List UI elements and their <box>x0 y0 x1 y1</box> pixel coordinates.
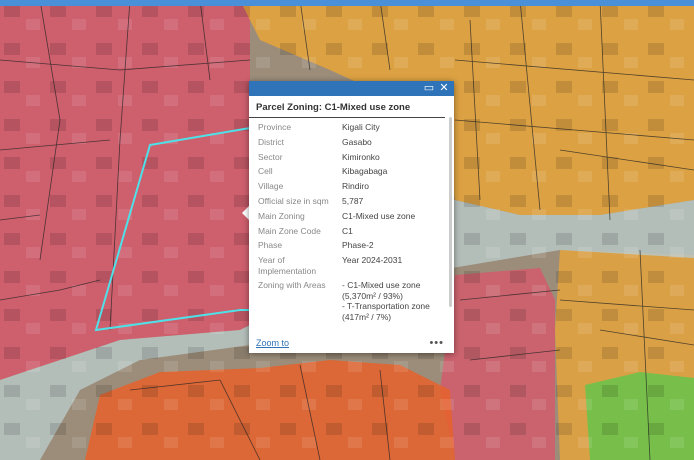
attribute-row: Year of Implementation Year 2024-2031 <box>258 255 446 276</box>
app-top-bar <box>0 0 694 6</box>
attribute-value: Phase-2 <box>342 240 374 251</box>
parcel-popup: ▭ ✕ Parcel Zoning: C1-Mixed use zone Pro… <box>249 81 454 353</box>
popup-pointer <box>242 206 249 220</box>
attribute-row: Zoning with Areas - C1-Mixed use zone (5,… <box>258 280 446 322</box>
attribute-value: - C1-Mixed use zone (5,370m² / 93%) - T-… <box>342 280 430 322</box>
popup-title: Parcel Zoning: C1-Mixed use zone <box>249 96 445 118</box>
attribute-key: Sector <box>258 151 283 162</box>
attribute-row: Phase Phase-2 <box>258 240 446 251</box>
popup-footer: Zoom to ••• <box>256 337 444 349</box>
attribute-key: Main Zone Code <box>258 225 321 236</box>
attribute-value: C1 <box>342 225 353 236</box>
attribute-value: Gasabo <box>342 136 372 147</box>
popup-scrollbar[interactable] <box>449 117 452 307</box>
maximize-icon[interactable]: ▭ <box>423 82 435 94</box>
attribute-value: Rindiro <box>342 181 369 192</box>
attribute-key: Village <box>258 181 284 192</box>
attribute-value: Kimironko <box>342 151 380 162</box>
attribute-value: Kigali City <box>342 122 380 132</box>
attribute-key: Official size in sqm <box>258 195 329 206</box>
attribute-key: District <box>258 136 284 147</box>
close-icon[interactable]: ✕ <box>438 82 450 94</box>
attribute-value: C1-Mixed use zone <box>342 210 416 221</box>
attribute-key: Year of Implementation <box>258 255 317 276</box>
attribute-row: Main Zoning C1-Mixed use zone <box>258 211 446 222</box>
attribute-key: Phase <box>258 240 283 251</box>
attribute-key: Main Zoning <box>258 210 305 221</box>
attribute-row: Cell Kibagabaga <box>258 166 446 177</box>
attribute-value: Year 2024-2031 <box>342 255 403 266</box>
attribute-row: Province Kigali City <box>258 122 446 133</box>
attribute-table: Province Kigali City District Gasabo Sector K… <box>249 118 454 332</box>
popup-header: ▭ ✕ <box>249 81 454 96</box>
attribute-value: Kibagabaga <box>342 166 388 177</box>
attribute-key: Zoning with Areas <box>258 280 326 291</box>
attribute-row: Sector Kimironko <box>258 152 446 163</box>
attribute-row: Main Zone Code C1 <box>258 226 446 237</box>
attribute-row: Village Rindiro <box>258 181 446 192</box>
attribute-row: Official size in sqm 5,787 <box>258 196 446 207</box>
zoom-to-link[interactable]: Zoom to <box>256 338 289 348</box>
attribute-row: District Gasabo <box>258 137 446 148</box>
attribute-value: 5,787 <box>342 195 364 206</box>
attribute-key: Cell <box>258 166 273 177</box>
more-options-icon[interactable]: ••• <box>429 337 444 349</box>
attribute-key: Province <box>258 122 292 132</box>
